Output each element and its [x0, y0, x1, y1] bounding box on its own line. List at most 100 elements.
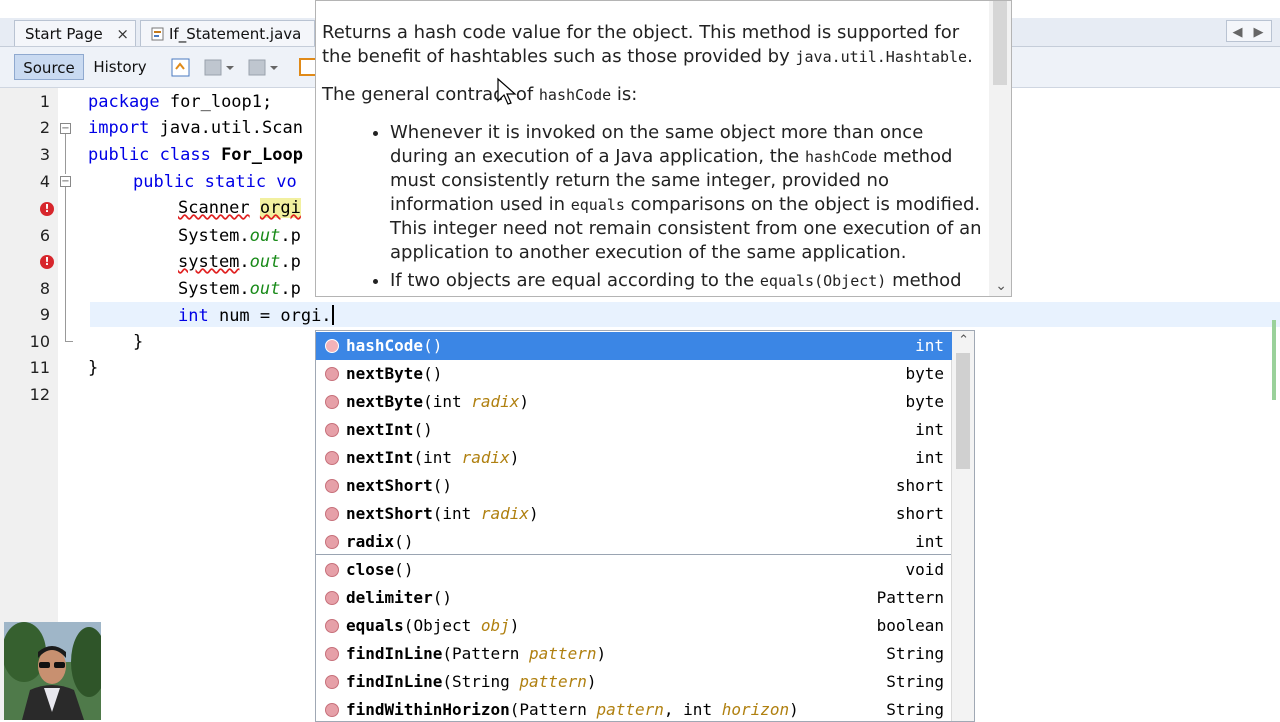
- javadoc-popup[interactable]: Returns a hash code value for the object…: [315, 0, 1012, 297]
- paren: (: [413, 448, 424, 467]
- param-type: int: [432, 392, 472, 411]
- completion-item-nextint[interactable]: nextInt(int radix) int: [316, 444, 952, 472]
- paren: (: [442, 672, 452, 691]
- scrollbar-thumb[interactable]: [993, 1, 1007, 85]
- line-number: 2: [39, 118, 50, 137]
- completion-item-hashcode[interactable]: hashCode() int: [316, 332, 952, 360]
- javadoc-content: Returns a hash code value for the object…: [322, 21, 987, 296]
- paren: ): [432, 364, 443, 383]
- method-name: radix: [346, 532, 395, 551]
- code-line-10[interactable]: }: [133, 332, 143, 352]
- line-number: 3: [39, 145, 50, 164]
- back-icon[interactable]: [204, 57, 234, 77]
- paren: (: [423, 336, 433, 355]
- paren: (: [413, 420, 424, 439]
- method-name: close: [346, 560, 395, 579]
- code-text: .: [239, 252, 250, 272]
- forward-icon[interactable]: [248, 57, 278, 77]
- code-line-11[interactable]: }: [88, 358, 98, 378]
- tab-start-page[interactable]: Start Page ×: [14, 20, 136, 46]
- paren: ): [519, 392, 530, 411]
- doc-code: hashCode: [538, 86, 612, 104]
- paren: (: [509, 700, 520, 719]
- method-name: hashCode: [346, 336, 424, 355]
- code-line-7[interactable]: system.out.p: [178, 252, 301, 272]
- error-icon[interactable]: !: [40, 255, 54, 269]
- fold-toggle-icon[interactable]: −: [60, 176, 71, 187]
- completion-item-nextbyte[interactable]: nextByte() byte: [316, 360, 952, 388]
- method-name: nextByte: [346, 364, 424, 383]
- tab-nav-arrows[interactable]: ◀ ▶: [1226, 20, 1272, 42]
- code-line-3[interactable]: public class For_Loop: [88, 145, 303, 165]
- return-type: int: [915, 420, 944, 439]
- paren: (: [394, 532, 404, 551]
- paren: ): [509, 616, 520, 635]
- param-type: int: [442, 504, 481, 523]
- last-edit-icon[interactable]: [170, 57, 190, 77]
- code-text: java.util.Scan: [149, 118, 303, 138]
- history-button[interactable]: History: [88, 54, 152, 80]
- return-type: int: [915, 532, 944, 551]
- source-button[interactable]: Source: [14, 54, 84, 80]
- paren: (: [394, 560, 404, 579]
- line-number: 4: [39, 172, 50, 191]
- code-line-4[interactable]: public static vo: [133, 172, 297, 192]
- completion-item-findinline[interactable]: findInLine(String pattern) String: [316, 668, 952, 696]
- completion-item-nextint[interactable]: nextInt() int: [316, 416, 952, 444]
- fold-toggle-icon[interactable]: −: [60, 123, 71, 134]
- code-completion-list[interactable]: ⌃ hashCode() int nextByte() byte nextByte(in…: [315, 330, 975, 722]
- param-name: pattern: [596, 700, 664, 719]
- method-icon: [325, 619, 339, 633]
- javadoc-paragraph: Returns a hash code value for the object…: [322, 21, 987, 69]
- return-type: String: [886, 672, 944, 691]
- code-line-5[interactable]: Scanner orgi: [178, 198, 301, 218]
- method-signature: nextShort(): [346, 472, 452, 500]
- chevron-down-icon[interactable]: ⌄: [995, 278, 1007, 294]
- mouse-pointer-icon: [497, 77, 517, 105]
- method-signature: hashCode(): [346, 332, 442, 360]
- code-line-9[interactable]: int num = orgi.: [178, 305, 334, 326]
- completion-scrollbar[interactable]: ⌃: [951, 331, 974, 721]
- chevron-left-icon[interactable]: ◀: [1227, 23, 1248, 43]
- method-signature: delimiter(): [346, 584, 452, 612]
- completion-item-nextbyte[interactable]: nextByte(int radix) byte: [316, 388, 952, 416]
- tab-if-statement-java[interactable]: If_Statement.java: [140, 20, 315, 46]
- code-text: system: [178, 252, 240, 272]
- paren: ): [596, 644, 607, 663]
- return-type: byte: [905, 392, 944, 411]
- completion-item-equals[interactable]: equals(Object obj) boolean: [316, 612, 952, 640]
- param-type: Pattern: [451, 644, 530, 663]
- keyword: public static: [133, 172, 267, 192]
- method-name: nextShort: [346, 504, 433, 523]
- method-icon: [325, 535, 339, 549]
- paren: (: [432, 588, 443, 607]
- scrollbar-thumb[interactable]: [956, 353, 970, 469]
- code-line-6[interactable]: System.out.p: [178, 226, 301, 246]
- javadoc-scrollbar[interactable]: ⌄: [989, 1, 1011, 296]
- completion-item-findwithinhorizon[interactable]: findWithinHorizon(Pattern pattern, int h…: [316, 696, 952, 721]
- method-signature: nextByte(int radix): [346, 388, 529, 416]
- completion-item-close[interactable]: close() void: [316, 556, 952, 584]
- completion-item-findinline[interactable]: findInLine(Pattern pattern) String: [316, 640, 952, 668]
- java-file-icon: [151, 23, 165, 41]
- return-type: boolean: [876, 616, 944, 635]
- doc-text: .: [967, 46, 973, 67]
- completion-item-nextshort[interactable]: nextShort(int radix) short: [316, 500, 952, 528]
- variable-name: orgi: [259, 198, 301, 218]
- completion-item-radix[interactable]: radix() int: [316, 528, 952, 556]
- paren: ): [586, 672, 597, 691]
- code-line-8[interactable]: System.out.p: [178, 279, 301, 299]
- completion-item-delimiter[interactable]: delimiter() Pattern: [316, 584, 952, 612]
- chevron-right-icon[interactable]: ▶: [1248, 23, 1269, 43]
- keyword: public class: [88, 145, 211, 165]
- chevron-up-icon[interactable]: ⌃: [958, 333, 969, 348]
- error-icon[interactable]: !: [40, 202, 54, 216]
- param-type: String: [451, 672, 520, 691]
- completion-item-nextshort[interactable]: nextShort() short: [316, 472, 952, 500]
- code-line-1[interactable]: package for_loop1;: [88, 92, 272, 112]
- return-type: int: [915, 448, 944, 467]
- method-icon: [325, 647, 339, 661]
- param-type: int: [423, 448, 462, 467]
- close-icon[interactable]: ×: [116, 21, 129, 47]
- code-line-2[interactable]: import java.util.Scan: [88, 118, 303, 138]
